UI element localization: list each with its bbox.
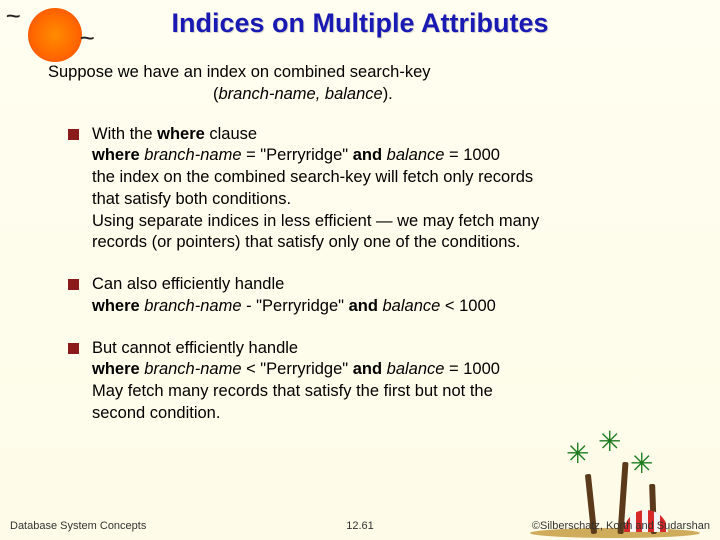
intro-key: branch-name, balance [219,85,383,103]
text: clause [205,125,257,143]
text: May fetch many records that satisfy the … [92,382,493,400]
kw-where: where [92,146,140,164]
text: With the [92,125,157,143]
kw-where: where [92,360,140,378]
attr: balance [382,360,449,378]
text: that satisfy both conditions. [92,190,291,208]
footer-page-number: 12.61 [346,520,374,532]
bullet-item: With the where clause where branch-name … [92,124,662,255]
sun-graphic [28,8,82,62]
attr: balance [382,146,449,164]
attr: branch-name [140,146,246,164]
footer-left: Database System Concepts [10,520,146,532]
text: < "Perryridge" [246,360,353,378]
kw-where: where [157,125,205,143]
bird-icon: ~ [80,28,95,49]
kw-and: and [353,146,382,164]
slide-title: Indices on Multiple Attributes [0,0,720,39]
intro-line1: Suppose we have an index on combined sea… [48,61,720,83]
intro-text: Suppose we have an index on combined sea… [48,61,720,106]
text: = 1000 [449,146,500,164]
paren-close: ). [383,85,393,103]
text: = "Perryridge" [246,146,353,164]
kw-where: where [92,297,140,315]
text: - "Perryridge" [246,297,349,315]
attr: balance [378,297,445,315]
bullet-list: With the where clause where branch-name … [92,124,662,425]
text: records (or pointers) that satisfy only … [92,233,520,251]
bullet-item: But cannot efficiently handle where bran… [92,338,662,425]
attr: branch-name [140,297,246,315]
text: Using separate indices in less efficient… [92,212,539,230]
text: the index on the combined search-key wil… [92,168,533,186]
kw-and: and [353,360,382,378]
bullet-item: Can also efficiently handle where branch… [92,274,662,318]
attr: branch-name [140,360,246,378]
intro-line2: (branch-name, balance). [213,83,720,105]
text: But cannot efficiently handle [92,339,298,357]
kw-and: and [349,297,378,315]
footer-copyright: ©Silberschatz, Korth and Sudarshan [532,520,710,532]
bird-icon: ~ [6,6,21,27]
text: Can also efficiently handle [92,275,284,293]
text: < 1000 [445,297,496,315]
text: = 1000 [449,360,500,378]
text: second condition. [92,404,220,422]
